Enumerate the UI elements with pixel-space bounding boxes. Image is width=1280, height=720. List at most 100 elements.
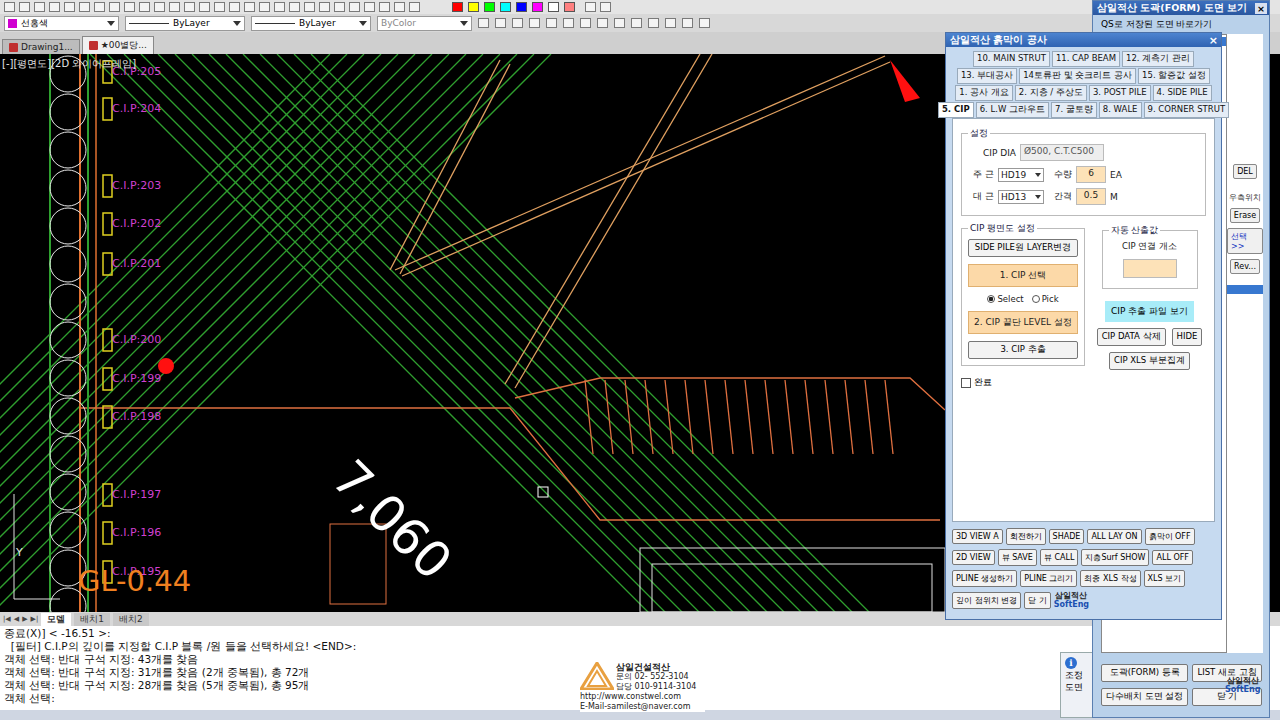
form-button[interactable]: 도곽(FORM) 등록 bbox=[1101, 664, 1188, 682]
view-button[interactable]: 지층Surf SHOW bbox=[1081, 549, 1149, 566]
tool-icon[interactable] bbox=[529, 18, 540, 28]
tool-icon[interactable] bbox=[495, 18, 506, 28]
panel-tab[interactable]: 13. 부대공사 bbox=[957, 68, 1017, 84]
color-swatch[interactable] bbox=[452, 2, 463, 12]
tool-icon[interactable] bbox=[64, 2, 75, 12]
close-button[interactable]: × bbox=[1209, 34, 1218, 47]
tool-icon[interactable] bbox=[109, 2, 120, 12]
viewport-label[interactable]: [-][평면도][2D 와이어프레임] bbox=[2, 57, 136, 71]
tool-icon[interactable] bbox=[154, 2, 165, 12]
view-button[interactable]: SHADE bbox=[1049, 529, 1085, 544]
cip-circle[interactable] bbox=[50, 132, 86, 168]
tool-icon[interactable] bbox=[597, 18, 608, 28]
color-swatch[interactable] bbox=[484, 2, 495, 12]
level-setting-button[interactable]: 2. CIP 끝단 LEVEL 설정 bbox=[968, 311, 1078, 334]
spacing-field[interactable]: 0.5 bbox=[1076, 188, 1106, 205]
done-checkbox[interactable]: 완료 bbox=[961, 376, 1085, 389]
panel-tab[interactable]: 3. POST PILE bbox=[1089, 85, 1151, 101]
panel-tab[interactable]: 8. WALE bbox=[1099, 102, 1142, 118]
tool-icon[interactable] bbox=[124, 2, 135, 12]
layout-tab[interactable]: 배치1 bbox=[74, 613, 110, 626]
tool-icon[interactable] bbox=[49, 2, 60, 12]
linetype-select[interactable]: ByLayer bbox=[125, 16, 245, 31]
connection-count-field[interactable] bbox=[1123, 259, 1177, 278]
tab-nav-button[interactable]: ◀ bbox=[14, 615, 19, 623]
cip-circle[interactable] bbox=[50, 360, 86, 396]
view-button[interactable]: 뷰 CALL bbox=[1040, 549, 1079, 566]
tool-icon[interactable] bbox=[563, 18, 574, 28]
cip-circle[interactable] bbox=[50, 436, 86, 472]
cip-circle[interactable] bbox=[50, 170, 86, 206]
tool-icon[interactable] bbox=[139, 2, 150, 12]
tool-icon[interactable] bbox=[304, 2, 315, 12]
panel-tab[interactable]: 2. 지층 / 주상도 bbox=[1015, 85, 1087, 101]
tab-nav-button[interactable]: ▶ bbox=[22, 615, 27, 623]
tool-icon[interactable] bbox=[214, 2, 225, 12]
cip-circle[interactable] bbox=[50, 284, 86, 320]
tool-icon[interactable] bbox=[34, 2, 45, 12]
tool-icon[interactable] bbox=[169, 2, 180, 12]
panel-tab[interactable]: 4. SIDE PILE bbox=[1153, 85, 1212, 101]
cip-circle[interactable] bbox=[50, 322, 86, 358]
xls-summary-button[interactable]: CIP XLS 부분집계 bbox=[1109, 352, 1190, 370]
cip-circle[interactable] bbox=[50, 474, 86, 510]
layout-tab[interactable]: 배치2 bbox=[113, 613, 149, 626]
side-button[interactable]: Erase bbox=[1230, 208, 1260, 223]
tool-icon[interactable] bbox=[19, 2, 30, 12]
view-button[interactable]: ALL OFF bbox=[1152, 550, 1192, 565]
list-row[interactable] bbox=[1227, 285, 1263, 294]
panel-tab[interactable]: 7. 굴토량 bbox=[1051, 102, 1097, 118]
panel-tab[interactable]: 9. CORNER STRUT bbox=[1144, 102, 1230, 118]
color-swatch[interactable] bbox=[500, 2, 511, 12]
select-cip-button[interactable]: 1. CIP 선택 bbox=[968, 264, 1078, 287]
view-button[interactable]: XLS 보기 bbox=[1144, 570, 1186, 587]
mode-radio[interactable]: Select bbox=[987, 294, 1023, 304]
cip-circle[interactable] bbox=[50, 512, 86, 548]
select-button[interactable]: 선택>> bbox=[1227, 228, 1263, 254]
layout-tab[interactable]: 모델 bbox=[41, 613, 71, 626]
view-button[interactable]: 닫 기 bbox=[1024, 592, 1051, 609]
tool-icon[interactable] bbox=[244, 2, 255, 12]
panel-tab[interactable]: 12. 계측기 관리 bbox=[1122, 51, 1194, 67]
tool-icon[interactable] bbox=[600, 2, 611, 12]
layer-color-select[interactable]: 선홍색 bbox=[4, 16, 119, 31]
panel-tab[interactable]: 11. CAP BEAM bbox=[1052, 51, 1120, 67]
close-button[interactable]: × bbox=[1255, 3, 1267, 14]
tool-icon[interactable] bbox=[631, 18, 642, 28]
panel-tab[interactable]: 5. CIP bbox=[938, 102, 974, 118]
panel-tab[interactable]: 15. 할증값 설정 bbox=[1138, 68, 1210, 84]
tool-icon[interactable] bbox=[4, 2, 15, 12]
tool-icon[interactable] bbox=[259, 2, 270, 12]
extract-button[interactable]: 3. CIP 추출 bbox=[968, 341, 1078, 359]
color-swatch[interactable] bbox=[468, 2, 479, 12]
tool-icon[interactable] bbox=[665, 18, 676, 28]
tool-icon[interactable] bbox=[364, 2, 375, 12]
tab-nav-button[interactable]: ▶| bbox=[31, 615, 39, 623]
tool-icon[interactable] bbox=[478, 18, 489, 28]
tool-icon[interactable] bbox=[614, 18, 625, 28]
side-button[interactable]: DEL bbox=[1233, 164, 1257, 179]
tool-icon[interactable] bbox=[319, 2, 330, 12]
tool-icon[interactable] bbox=[409, 2, 420, 12]
tab-nav-button[interactable]: |◀ bbox=[3, 615, 11, 623]
view-file-button[interactable]: CIP 추출 파일 보기 bbox=[1105, 301, 1194, 322]
tool-icon[interactable] bbox=[648, 18, 659, 28]
tool-icon[interactable] bbox=[199, 2, 210, 12]
tool-icon[interactable] bbox=[379, 2, 390, 12]
panel-tab[interactable]: 1. 공사 개요 bbox=[955, 85, 1013, 101]
panel-tab[interactable]: 10. MAIN STRUT bbox=[973, 51, 1050, 67]
cip-circle[interactable] bbox=[50, 208, 86, 244]
lineweight-select[interactable]: ByLayer bbox=[251, 16, 371, 31]
panel-tab[interactable]: 14토류판 및 숏크리트 공사 bbox=[1019, 68, 1136, 84]
color-swatch[interactable] bbox=[516, 2, 527, 12]
mode-radio[interactable]: Pick bbox=[1032, 294, 1059, 304]
tool-icon[interactable] bbox=[349, 2, 360, 12]
cip-circle[interactable] bbox=[50, 94, 86, 130]
tool-icon[interactable] bbox=[334, 2, 345, 12]
cip-circle[interactable] bbox=[50, 398, 86, 434]
view-button[interactable]: PLINE 생성하기 bbox=[952, 570, 1017, 587]
tool-icon[interactable] bbox=[394, 2, 405, 12]
tool-icon[interactable] bbox=[699, 18, 710, 28]
color-swatch[interactable] bbox=[532, 2, 543, 12]
delete-data-button[interactable]: CIP DATA 삭제 bbox=[1097, 328, 1166, 346]
